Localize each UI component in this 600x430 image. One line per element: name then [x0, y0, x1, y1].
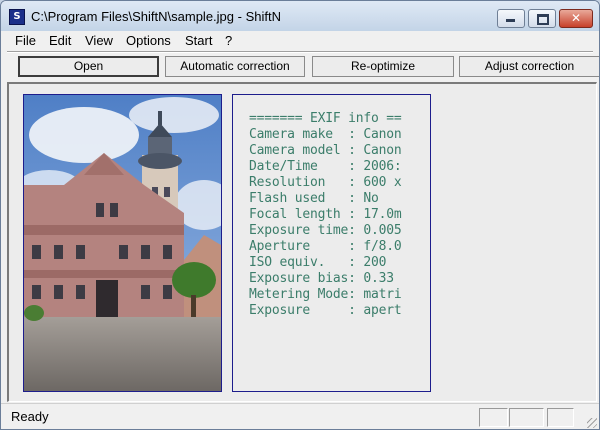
menu-help[interactable]: ?	[225, 33, 232, 48]
exif-line: Exposure bias: 0.33	[249, 271, 394, 286]
exif-line: Aperture : f/8.0	[249, 239, 402, 254]
app-icon[interactable]: S	[9, 9, 25, 25]
menu-options[interactable]: Options	[126, 33, 171, 48]
exif-line: Metering Mode: matri	[249, 287, 402, 302]
exif-line: Exposure : apert	[249, 303, 402, 318]
status-panel	[547, 408, 574, 427]
exif-line: Flash used : No	[249, 191, 379, 206]
adjust-correction-button[interactable]: Adjust correction	[459, 56, 599, 77]
status-text: Ready	[11, 409, 49, 424]
photo-image	[24, 95, 221, 391]
resize-grip-icon[interactable]	[587, 418, 597, 428]
exif-line: Camera model : Canon	[249, 143, 402, 158]
toolbar-separator	[7, 51, 593, 53]
menu-file[interactable]: File	[15, 33, 36, 48]
exif-line: ISO equiv. : 200	[249, 255, 387, 270]
close-icon: ✕	[570, 11, 582, 25]
menu-edit[interactable]: Edit	[49, 33, 71, 48]
automatic-correction-button[interactable]: Automatic correction	[165, 56, 305, 77]
close-button[interactable]: ✕	[559, 9, 593, 28]
status-panel	[479, 408, 508, 427]
minimize-icon	[506, 19, 515, 22]
window-title: C:\Program Files\ShiftN\sample.jpg - Shi…	[31, 9, 281, 24]
status-bar: Ready	[1, 403, 599, 429]
exif-line: Date/Time : 2006:	[249, 159, 402, 174]
maximize-icon	[537, 14, 549, 25]
re-optimize-button[interactable]: Re-optimize	[312, 56, 454, 77]
exif-line: ======= EXIF info ==	[249, 111, 402, 126]
title-bar[interactable]: S C:\Program Files\ShiftN\sample.jpg - S…	[1, 1, 599, 31]
maximize-button[interactable]	[528, 9, 556, 28]
menu-bar: File Edit View Options Start ?	[1, 31, 599, 50]
menu-view[interactable]: View	[85, 33, 113, 48]
status-panel	[509, 408, 544, 427]
exif-line: Camera make : Canon	[249, 127, 402, 142]
minimize-button[interactable]	[497, 9, 525, 28]
app-window: S C:\Program Files\ShiftN\sample.jpg - S…	[0, 0, 600, 430]
exif-line: Resolution : 600 x	[249, 175, 402, 190]
exif-panel: ======= EXIF info == Camera make : Canon…	[232, 94, 431, 392]
exif-line: Focal length : 17.0m	[249, 207, 402, 222]
image-preview[interactable]	[23, 94, 222, 392]
open-button[interactable]: Open	[18, 56, 159, 77]
exif-line: Exposure time: 0.005	[249, 223, 402, 238]
menu-start[interactable]: Start	[185, 33, 212, 48]
